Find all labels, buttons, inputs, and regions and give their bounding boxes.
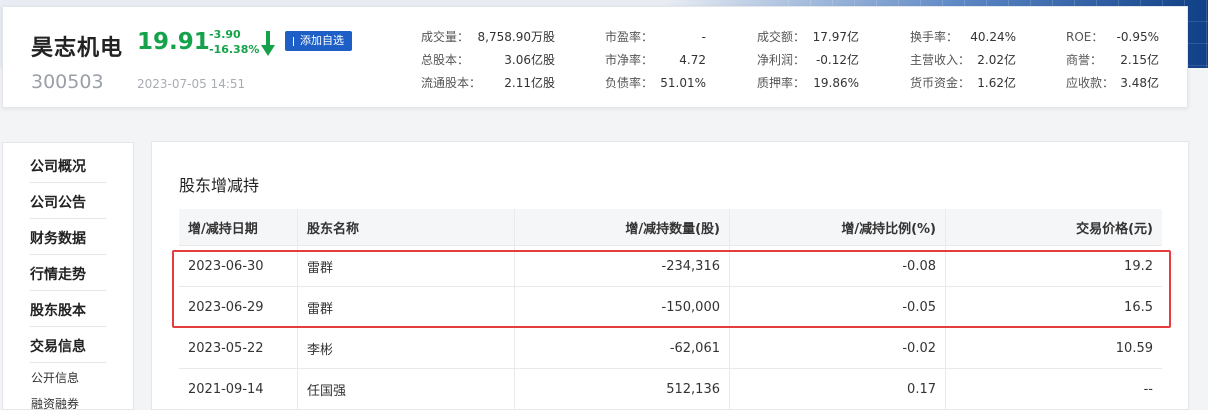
sidebar-subitem-margin-trading[interactable]: 融资融券 bbox=[31, 395, 79, 410]
table-row: 2023-05-22 李彬 -62,061 -0.02 10.59 bbox=[179, 328, 1162, 369]
metric-debt-ratio: 负债率： 51.01% bbox=[605, 76, 706, 90]
cell-ratio: 0.17 bbox=[730, 369, 946, 409]
cell-ratio: -0.08 bbox=[730, 246, 946, 286]
cell-ratio: -0.05 bbox=[730, 287, 946, 327]
metric-pe: 市盈率： - bbox=[605, 30, 706, 44]
metric-cash: 货币资金： 1.62亿 bbox=[910, 76, 1016, 90]
metric-pb: 市净率： 4.72 bbox=[605, 53, 706, 67]
stock-header-card: 昊志机电 19.91 -3.90 -16.38% 添加自选 300503 202… bbox=[2, 6, 1188, 108]
sidebar-item-trading-info[interactable]: 交易信息 bbox=[30, 336, 106, 363]
metrics-column-3: 成交额： 17.97亿 净利润： -0.12亿 质押率： 19.86% bbox=[757, 26, 859, 95]
sidebar-subitem-public-info[interactable]: 公开信息 bbox=[31, 369, 79, 386]
cell-date: 2021-09-14 bbox=[179, 369, 298, 409]
metric-receivables: 应收款： 3.48亿 bbox=[1066, 76, 1159, 90]
cell-holder: 雷群 bbox=[298, 287, 515, 327]
metric-turnover-amount: 成交额： 17.97亿 bbox=[757, 30, 859, 44]
cell-quantity: -62,061 bbox=[515, 328, 730, 368]
stock-change: -3.90 -16.38% bbox=[209, 27, 259, 57]
table-row: 2023-06-30 雷群 -234,316 -0.08 19.2 bbox=[179, 246, 1162, 287]
down-arrow-icon bbox=[261, 31, 275, 56]
metric-roe: ROE： -0.95% bbox=[1066, 30, 1159, 44]
metric-net-profit: 净利润： -0.12亿 bbox=[757, 53, 859, 67]
cell-quantity: 512,136 bbox=[515, 369, 730, 409]
add-to-watchlist-label: 添加自选 bbox=[300, 34, 344, 47]
metric-volume: 成交量： 8,758.90万股 bbox=[421, 30, 555, 44]
cell-holder: 任国强 bbox=[298, 369, 515, 409]
cell-price: -- bbox=[1143, 381, 1153, 397]
column-header-price[interactable]: 交易价格(元) bbox=[946, 209, 1162, 245]
cell-date: 2023-05-22 bbox=[179, 328, 298, 368]
metrics-column-2: 市盈率： - 市净率： 4.72 负债率： 51.01% bbox=[605, 26, 706, 95]
column-header-ratio[interactable]: 增/减持比例(%) bbox=[730, 209, 946, 245]
table-row: 2021-09-14 任国强 512,136 0.17 -- bbox=[179, 369, 1162, 410]
sidebar-item-financials[interactable]: 财务数据 bbox=[30, 228, 106, 255]
sidebar-item-announcements[interactable]: 公司公告 bbox=[30, 192, 106, 219]
metric-goodwill: 商誉： 2.15亿 bbox=[1066, 53, 1159, 67]
section-title: 股东增减持 bbox=[179, 176, 260, 195]
stock-code: 300503 bbox=[31, 71, 104, 93]
add-to-watchlist-button[interactable]: 添加自选 bbox=[285, 31, 352, 51]
sidebar-item-company-overview[interactable]: 公司概况 bbox=[30, 156, 106, 183]
table-row: 2023-06-29 雷群 -150,000 -0.05 16.5 bbox=[179, 287, 1162, 328]
column-header-date[interactable]: 增/减持日期 bbox=[179, 209, 298, 245]
metrics-column-1: 成交量： 8,758.90万股 总股本： 3.06亿股 流通股本： 2.11亿股 bbox=[421, 26, 555, 95]
change-percent: -16.38% bbox=[209, 43, 260, 56]
cell-date: 2023-06-29 bbox=[179, 287, 298, 327]
cell-price: 19.2 bbox=[1124, 258, 1153, 274]
metric-pledge-ratio: 质押率： 19.86% bbox=[757, 76, 859, 90]
stock-datetime: 2023-07-05 14:51 bbox=[137, 77, 246, 91]
sidebar-item-shareholders[interactable]: 股东股本 bbox=[30, 300, 106, 327]
cell-quantity: -234,316 bbox=[515, 246, 730, 286]
column-header-holder[interactable]: 股东名称 bbox=[298, 209, 515, 245]
metrics-column-4: 换手率： 40.24% 主营收入： 2.02亿 货币资金： 1.62亿 bbox=[910, 26, 1016, 95]
add-icon bbox=[293, 36, 294, 46]
metric-revenue: 主营收入： 2.02亿 bbox=[910, 53, 1016, 67]
cell-date: 2023-06-30 bbox=[179, 246, 298, 286]
metric-total-shares: 总股本： 3.06亿股 bbox=[421, 53, 555, 67]
column-header-quantity[interactable]: 增/减持数量(股) bbox=[515, 209, 730, 245]
main-panel: 股东增减持 增/减持日期 股东名称 增/减持数量(股) 增/减持比例(%) 交易… bbox=[151, 141, 1189, 410]
cell-price: 16.5 bbox=[1124, 299, 1153, 315]
cell-holder: 雷群 bbox=[298, 246, 515, 286]
stock-name: 昊志机电 bbox=[31, 36, 124, 61]
metric-float-shares: 流通股本： 2.11亿股 bbox=[421, 76, 555, 90]
change-amount: -3.90 bbox=[209, 28, 241, 41]
shareholder-change-table: 增/减持日期 股东名称 增/减持数量(股) 增/减持比例(%) 交易价格(元) … bbox=[179, 209, 1162, 410]
cell-price: 10.59 bbox=[1115, 340, 1153, 356]
metric-turnover-rate: 换手率： 40.24% bbox=[910, 30, 1016, 44]
cell-quantity: -150,000 bbox=[515, 287, 730, 327]
table-header-row: 增/减持日期 股东名称 增/减持数量(股) 增/减持比例(%) 交易价格(元) bbox=[179, 209, 1162, 246]
metrics-column-5: ROE： -0.95% 商誉： 2.15亿 应收款： 3.48亿 bbox=[1066, 26, 1159, 95]
cell-holder: 李彬 bbox=[298, 328, 515, 368]
cell-ratio: -0.02 bbox=[730, 328, 946, 368]
sidebar-item-market-trend[interactable]: 行情走势 bbox=[30, 264, 106, 291]
stock-price: 19.91 bbox=[137, 29, 210, 55]
sidebar-nav: 公司概况 公司公告 财务数据 行情走势 股东股本 交易信息 公开信息 融资融券 bbox=[2, 142, 134, 410]
